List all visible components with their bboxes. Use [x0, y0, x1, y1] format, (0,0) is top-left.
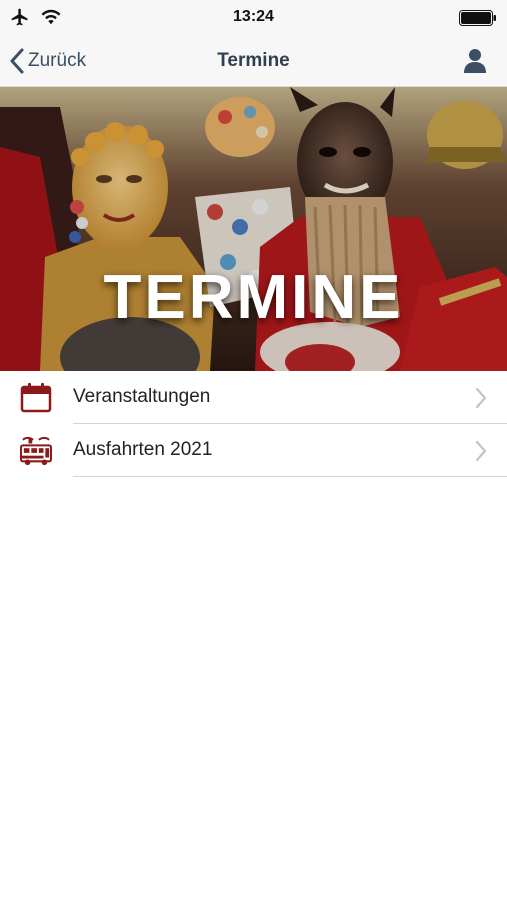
- status-bar: 13:24: [0, 0, 507, 36]
- back-button[interactable]: Zurück: [10, 46, 86, 76]
- hero-banner: TERMINE: [0, 87, 507, 371]
- chevron-left-icon: [10, 48, 24, 74]
- list-item-label: Veranstaltungen: [73, 386, 211, 407]
- status-time: 13:24: [233, 8, 274, 25]
- list-item-veranstaltungen[interactable]: Veranstaltungen: [0, 371, 507, 424]
- hero-title: TERMINE: [103, 263, 404, 332]
- chevron-right-icon: [475, 440, 487, 462]
- chevron-right-icon: [475, 387, 487, 409]
- back-button-label: Zurück: [28, 50, 87, 71]
- list-item-label: Ausfahrten 2021: [73, 439, 213, 460]
- battery-icon: [459, 10, 496, 26]
- profile-icon[interactable]: [461, 47, 489, 75]
- list-item-ausfahrten[interactable]: Ausfahrten 2021: [0, 424, 507, 477]
- bus-icon: [20, 436, 52, 466]
- navigation-bar: Zurück Termine: [0, 36, 507, 87]
- calendar-icon: [20, 383, 52, 413]
- menu-list: Veranstaltungen Ausfahrten 2021: [0, 371, 507, 477]
- list-separator: [73, 476, 507, 477]
